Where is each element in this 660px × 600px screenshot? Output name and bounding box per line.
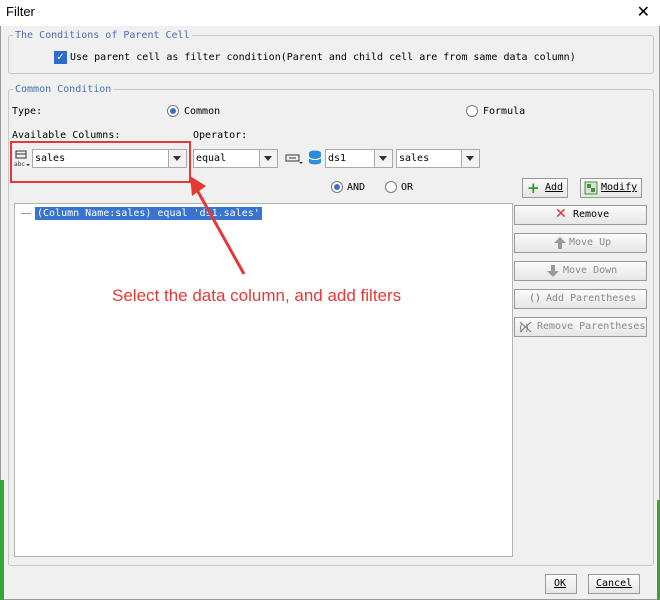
or-label: OR — [401, 182, 414, 193]
and-label: AND — [347, 182, 366, 193]
type-common-label: Common — [184, 106, 221, 117]
annotation-text: Select the data column, and add filters — [112, 286, 402, 305]
arrow-down-icon — [546, 264, 560, 281]
move-down-button[interactable]: Move Down — [514, 261, 647, 281]
background-strip-left — [0, 480, 4, 600]
modify-button[interactable]: Modify — [580, 178, 642, 198]
type-formula-radio[interactable] — [466, 105, 478, 117]
close-icon[interactable]: ✕ — [637, 2, 650, 21]
add-button[interactable]: + Add — [522, 178, 568, 198]
type-common-radio[interactable] — [167, 105, 179, 117]
use-parent-cell-checkbox[interactable]: ✓ — [54, 51, 67, 64]
operator-combo[interactable]: equal — [193, 149, 278, 168]
database-icon — [307, 149, 323, 167]
available-columns-label: Available Columns: — [12, 130, 121, 141]
type-formula-label: Formula — [483, 106, 526, 117]
field-value: sales — [399, 153, 430, 164]
field-combo[interactable]: sales — [396, 149, 480, 168]
move-down-button-label: Move Down — [563, 265, 618, 276]
type-label: Type: — [12, 106, 43, 117]
window-title: Filter — [6, 4, 35, 19]
dataset-value: ds1 — [328, 153, 347, 164]
operator-value: equal — [196, 153, 227, 164]
dataset-combo[interactable]: ds1 — [325, 149, 393, 168]
remove-button[interactable]: ✕ Remove — [514, 205, 647, 225]
move-up-button[interactable]: Move Up — [514, 233, 647, 253]
annotation-arrow-icon — [190, 176, 246, 275]
remove-parentheses-icon: () — [518, 320, 534, 337]
remove-parentheses-button[interactable]: () Remove Parentheses — [514, 317, 647, 337]
operator-label: Operator: — [193, 130, 248, 141]
move-up-button-label: Move Up — [569, 237, 612, 248]
cancel-button[interactable]: Cancel — [588, 574, 640, 594]
common-condition-legend: Common Condition — [15, 84, 112, 95]
and-radio[interactable] — [331, 181, 343, 193]
arrow-up-icon — [553, 236, 567, 253]
ok-button[interactable]: OK — [545, 574, 577, 594]
remove-parentheses-button-label: Remove Parentheses — [537, 321, 646, 332]
chevron-down-icon[interactable] — [461, 150, 479, 167]
or-radio[interactable] — [385, 181, 397, 193]
modify-button-label: Modify — [601, 182, 638, 193]
cancel-button-label: Cancel — [596, 578, 633, 589]
chevron-down-icon[interactable] — [374, 150, 392, 167]
parent-cell-legend: The Conditions of Parent Cell — [15, 30, 190, 41]
title-bar: Filter ✕ — [0, 0, 660, 26]
highlight-box — [10, 141, 191, 183]
parentheses-icon: () — [529, 293, 542, 304]
modify-icon — [584, 181, 598, 198]
use-parent-cell-label: Use parent cell as filter condition(Pare… — [70, 52, 576, 63]
remove-button-label: Remove — [573, 209, 610, 220]
plus-icon: + — [527, 179, 540, 197]
condition-list[interactable]: (Column Name:sales) equal 'ds1.sales' — [14, 203, 513, 557]
chevron-down-icon[interactable] — [259, 150, 277, 167]
add-parentheses-button[interactable]: () Add Parentheses — [514, 289, 647, 309]
remove-x-icon: ✕ — [555, 206, 567, 222]
value-type-icon[interactable] — [285, 152, 305, 166]
ok-button-label: OK — [554, 578, 567, 589]
add-button-label: Add — [545, 182, 564, 193]
tree-connector — [21, 213, 31, 214]
add-parentheses-button-label: Add Parentheses — [546, 293, 637, 304]
